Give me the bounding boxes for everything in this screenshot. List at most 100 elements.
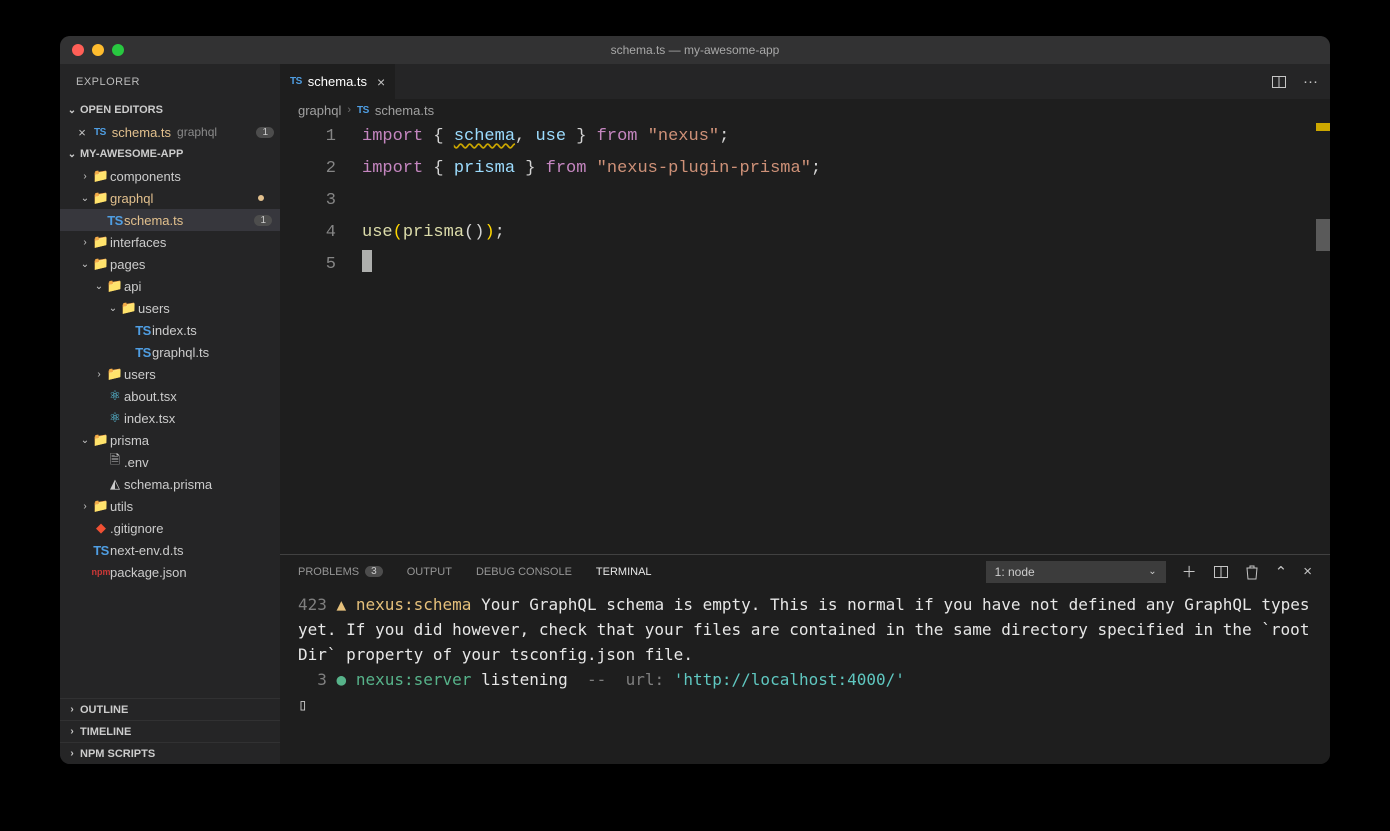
terminal-tab[interactable]: TERMINAL <box>596 566 652 578</box>
tree-folder[interactable]: ⌄📁graphql <box>60 187 280 209</box>
close-panel-icon[interactable]: × <box>1303 563 1312 580</box>
outline-section[interactable]: › OUTLINE <box>60 698 280 720</box>
chevron-right-icon: › <box>78 171 92 182</box>
window-title: schema.ts — my-awesome-app <box>60 43 1330 57</box>
breadcrumb-folder[interactable]: graphql <box>298 103 341 118</box>
editor-tab[interactable]: TS schema.ts × <box>280 64 396 99</box>
terminal-cursor: ▯ <box>298 695 308 714</box>
split-editor-icon[interactable] <box>1271 74 1287 90</box>
close-tab-icon[interactable]: × <box>377 74 385 90</box>
line-number: 2 <box>280 153 336 185</box>
panel-tabs: PROBLEMS 3 OUTPUT DEBUG CONSOLE TERMINAL <box>280 555 1330 588</box>
problems-label: PROBLEMS <box>298 566 359 578</box>
npm-scripts-section[interactable]: › NPM SCRIPTS <box>60 742 280 764</box>
log-url: 'http://localhost:4000/' <box>674 670 905 689</box>
timeline-section[interactable]: › TIMELINE <box>60 720 280 742</box>
terminal-select-value: 1: node <box>995 565 1035 579</box>
prisma-icon: ◭ <box>106 476 124 492</box>
code-line[interactable]: use(prisma()); <box>362 217 1330 249</box>
close-icon[interactable]: × <box>76 125 88 140</box>
overview-ruler[interactable] <box>1316 121 1330 554</box>
tree-folder[interactable]: ›📁utils <box>60 495 280 517</box>
chevron-down-icon: ⌄ <box>78 435 92 446</box>
code-line[interactable]: import { prisma } from "nexus-plugin-pri… <box>362 153 1330 185</box>
tree-item-label: next-env.d.ts <box>110 543 183 558</box>
ruler-viewport <box>1316 219 1330 251</box>
output-label: OUTPUT <box>407 566 452 578</box>
log-tag: nexus:server <box>356 670 472 689</box>
terminal-select[interactable]: 1: node ⌄ <box>986 561 1166 583</box>
terminal-label: TERMINAL <box>596 566 652 578</box>
code-content[interactable]: import { schema, use } from "nexus";impo… <box>362 121 1330 554</box>
titlebar: schema.ts — my-awesome-app <box>60 36 1330 64</box>
chevron-down-icon: ⌄ <box>92 281 106 292</box>
panel-controls: 1: node ⌄ ＋ ⌃ × <box>986 561 1312 583</box>
git-icon: ◆ <box>92 520 110 536</box>
tree-item-label: components <box>110 169 181 184</box>
tree-file[interactable]: ⚛index.tsx <box>60 407 280 429</box>
line-number: 4 <box>280 217 336 249</box>
chevron-right-icon: › <box>347 104 351 116</box>
chevron-down-icon: ⌄ <box>64 105 80 116</box>
folder-icon: 📁 <box>92 498 110 514</box>
main-area: TS schema.ts × ··· graphql › TS schema.t… <box>280 64 1330 764</box>
tree-file[interactable]: TSschema.ts1 <box>60 209 280 231</box>
bottom-panel: PROBLEMS 3 OUTPUT DEBUG CONSOLE TERMINAL <box>280 554 1330 764</box>
tree-file[interactable]: TSnext-env.d.ts <box>60 539 280 561</box>
tree-file[interactable]: ⚛about.tsx <box>60 385 280 407</box>
log-message: listening <box>481 670 568 689</box>
chevron-right-icon: › <box>78 237 92 248</box>
kill-terminal-icon[interactable] <box>1245 564 1259 580</box>
chevron-right-icon: › <box>92 369 106 380</box>
breadcrumb-file[interactable]: schema.ts <box>375 103 434 118</box>
app-window: schema.ts — my-awesome-app EXPLORER ⌄ OP… <box>60 36 1330 764</box>
sidebar-title: EXPLORER <box>60 64 280 99</box>
output-tab[interactable]: OUTPUT <box>407 566 452 578</box>
folder-icon: 📁 <box>106 366 124 382</box>
tree-item-label: about.tsx <box>124 389 177 404</box>
maximize-panel-icon[interactable]: ⌃ <box>1275 563 1288 581</box>
tree-folder[interactable]: ⌄📁api <box>60 275 280 297</box>
tree-item-label: interfaces <box>110 235 166 250</box>
code-line[interactable]: import { schema, use } from "nexus"; <box>362 121 1330 153</box>
npm-icon: npm <box>92 567 110 577</box>
typescript-icon: TS <box>92 543 110 558</box>
outline-label: OUTLINE <box>80 704 128 716</box>
split-terminal-icon[interactable] <box>1213 564 1229 580</box>
tree-folder[interactable]: ⌄📁pages <box>60 253 280 275</box>
open-editors-section[interactable]: ⌄ OPEN EDITORS <box>60 99 280 121</box>
problems-tab[interactable]: PROBLEMS 3 <box>298 566 383 578</box>
tree-folder[interactable]: ›📁users <box>60 363 280 385</box>
tree-file[interactable]: TSgraphql.ts <box>60 341 280 363</box>
tree-item-label: package.json <box>110 565 187 580</box>
tree-file[interactable]: ◭schema.prisma <box>60 473 280 495</box>
tree-file[interactable]: 🗎.env <box>60 451 280 473</box>
tree-folder[interactable]: ›📁interfaces <box>60 231 280 253</box>
open-editor-item[interactable]: × TS schema.ts graphql 1 <box>60 121 280 143</box>
code-editor[interactable]: 12345 import { schema, use } from "nexus… <box>280 121 1330 554</box>
tab-actions: ··· <box>1259 64 1330 99</box>
tree-file[interactable]: TSindex.ts <box>60 319 280 341</box>
tree-folder[interactable]: ›📁components <box>60 165 280 187</box>
more-actions-icon[interactable]: ··· <box>1303 73 1318 90</box>
typescript-icon: TS <box>134 345 152 360</box>
open-editor-badge: 1 <box>256 127 274 138</box>
tree-item-label: users <box>124 367 156 382</box>
chevron-down-icon: ⌄ <box>78 193 92 204</box>
project-section[interactable]: ⌄ MY-AWESOME-APP <box>60 143 280 165</box>
file-icon: 🗎 <box>106 451 124 473</box>
tree-file[interactable]: npmpackage.json <box>60 561 280 583</box>
tree-file[interactable]: ◆.gitignore <box>60 517 280 539</box>
tree-folder[interactable]: ⌄📁users <box>60 297 280 319</box>
log-tag: nexus:schema <box>356 595 472 614</box>
terminal-output[interactable]: 423 ▲ nexus:schema Your GraphQL schema i… <box>280 588 1330 764</box>
breadcrumb[interactable]: graphql › TS schema.ts <box>280 99 1330 121</box>
code-line[interactable] <box>362 249 1330 281</box>
warning-triangle-icon: ▲ <box>337 595 347 614</box>
debug-console-tab[interactable]: DEBUG CONSOLE <box>476 566 572 578</box>
folder-icon: 📁 <box>92 256 110 272</box>
code-line[interactable] <box>362 185 1330 217</box>
sidebar: EXPLORER ⌄ OPEN EDITORS × TS schema.ts g… <box>60 64 280 764</box>
tree-folder[interactable]: ⌄📁prisma <box>60 429 280 451</box>
new-terminal-icon[interactable]: ＋ <box>1182 561 1197 582</box>
